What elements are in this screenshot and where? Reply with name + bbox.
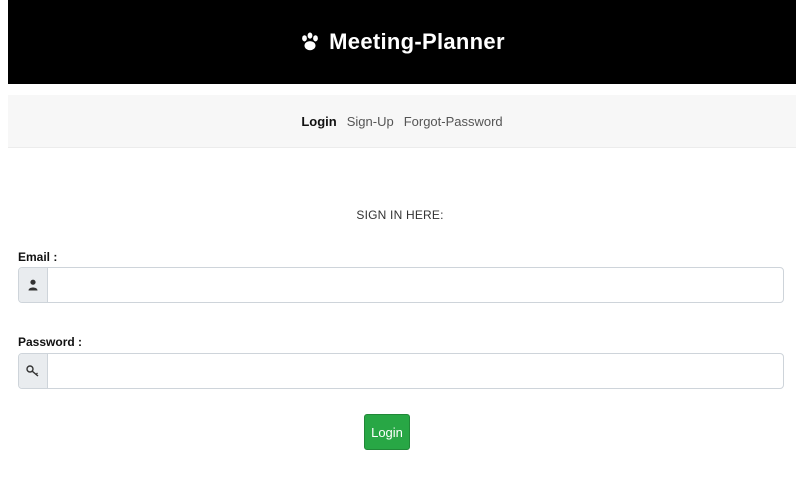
app-header: Meeting-Planner xyxy=(8,0,796,84)
password-input-group xyxy=(18,353,784,389)
email-input[interactable] xyxy=(48,268,783,302)
password-input[interactable] xyxy=(48,354,783,388)
user-icon xyxy=(28,279,38,291)
email-input-group xyxy=(18,267,784,303)
email-addon xyxy=(19,268,48,302)
password-addon xyxy=(19,354,48,388)
key-icon xyxy=(26,365,39,377)
nav-forgot-password[interactable]: Forgot-Password xyxy=(404,112,503,131)
nav-sign-up[interactable]: Sign-Up xyxy=(347,112,394,131)
login-button[interactable]: Login xyxy=(364,414,410,450)
nav-login[interactable]: Login xyxy=(301,112,336,131)
password-label: Password : xyxy=(18,335,83,349)
app-title: Meeting-Planner xyxy=(329,29,505,54)
brand[interactable]: Meeting-Planner xyxy=(299,29,505,55)
form-heading: SIGN IN HERE: xyxy=(356,208,444,222)
nav-bar: Login Sign-Up Forgot-Password xyxy=(8,95,796,148)
paw-icon xyxy=(302,32,319,51)
email-label: Email : xyxy=(18,250,58,264)
